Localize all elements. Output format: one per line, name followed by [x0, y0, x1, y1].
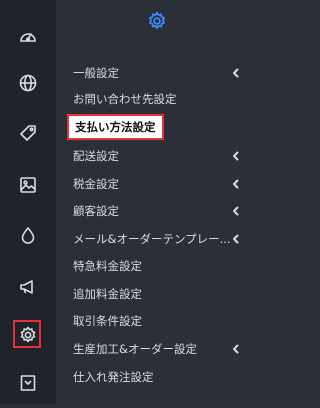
chevron-left-icon: [233, 344, 239, 354]
menu-item-label: 追加料金設定: [73, 287, 142, 301]
menu-item-label: 生産加工&オーダー設定: [73, 342, 197, 356]
menu-item-label: 配送設定: [73, 149, 119, 163]
menu-item-label: メール&オーダーテンプレー...: [73, 232, 231, 246]
rail-item-megaphone[interactable]: [0, 262, 56, 312]
menu-item-shipping-settings[interactable]: 配送設定: [56, 143, 257, 169]
dashboard-icon: [20, 33, 36, 42]
menu-item-label: 仕入れ発注設定: [73, 370, 154, 384]
rail-item-drop[interactable]: [0, 210, 56, 260]
menu-item-customer-settings[interactable]: 顧客設定: [56, 198, 257, 224]
rail-item-dashboard[interactable]: [0, 12, 56, 62]
menu-item-general-settings[interactable]: 一般設定: [56, 60, 257, 86]
chevron-left-icon: [233, 206, 239, 216]
icon-rail: [0, 0, 56, 404]
menu-item-label: 一般設定: [73, 66, 119, 80]
menu-item-mail-order-templates[interactable]: メール&オーダーテンプレー...: [56, 226, 257, 252]
menu-item-tax-settings[interactable]: 税金設定: [56, 171, 257, 197]
menu-item-production-order-settings[interactable]: 生産加工&オーダー設定: [56, 336, 257, 362]
tag-icon: [20, 125, 36, 141]
rail-item-settings[interactable]: [0, 310, 56, 360]
gear-icon: [20, 326, 36, 343]
menu-item-label: お問い合わせ先設定: [73, 92, 177, 106]
drop-icon: [21, 227, 35, 244]
globe-icon: [19, 74, 37, 92]
menu-item-label: 顧客設定: [73, 204, 119, 218]
menu-item-additional-fee-settings[interactable]: 追加料金設定: [56, 281, 257, 307]
menu-item-label: 支払い方法設定: [67, 114, 164, 140]
admin-sidebar: 一般設定 お問い合わせ先設定 支払い方法設定 配送設定 税金設定 顧客設定 メー…: [0, 0, 257, 404]
settings-submenu: 一般設定 お問い合わせ先設定 支払い方法設定 配送設定 税金設定 顧客設定 メー…: [56, 0, 257, 404]
megaphone-icon: [20, 280, 33, 294]
menu-item-label: 取引条件設定: [73, 314, 142, 328]
menu-item-label: 特急料金設定: [73, 259, 142, 273]
menu-item-label: 税金設定: [73, 177, 119, 191]
inbox-icon: [20, 375, 36, 391]
rail-item-tag[interactable]: [0, 108, 56, 158]
image-icon: [20, 177, 36, 193]
gear-icon: [148, 11, 165, 30]
menu-item-trade-terms-settings[interactable]: 取引条件設定: [56, 308, 257, 334]
rail-item-inbox[interactable]: [0, 358, 56, 408]
menu-item-contact-settings[interactable]: お問い合わせ先設定: [56, 86, 257, 112]
rail-item-globe[interactable]: [0, 58, 56, 108]
settings-header: [56, 0, 257, 42]
chevron-left-icon: [233, 68, 239, 78]
menu-item-express-fee-settings[interactable]: 特急料金設定: [56, 253, 257, 279]
chevron-left-icon: [233, 234, 239, 244]
chevron-left-icon: [233, 179, 239, 189]
chevron-left-icon: [233, 151, 239, 161]
menu-item-payment-settings[interactable]: 支払い方法設定: [56, 114, 257, 140]
rail-item-image[interactable]: [0, 160, 56, 210]
menu-item-purchase-order-settings[interactable]: 仕入れ発注設定: [56, 364, 257, 390]
